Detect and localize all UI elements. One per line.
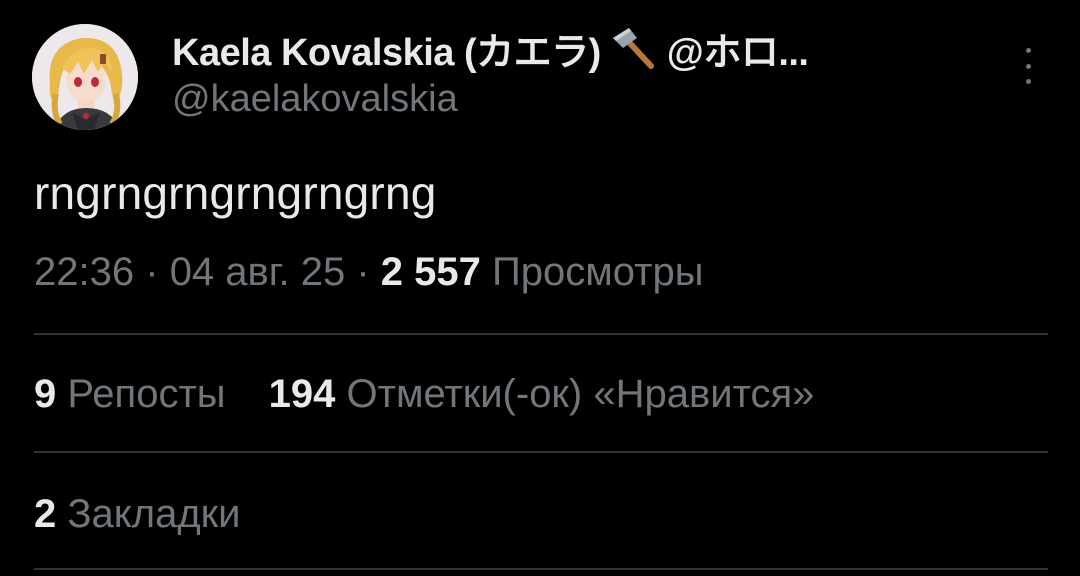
likes-count: 194: [268, 372, 336, 416]
divider: [34, 451, 1048, 453]
tweet-meta: 22:36 · 04 авг. 25 · 2 557 Просмотры: [34, 250, 703, 295]
tweet-text: rngrngrngrngrngrng: [34, 167, 437, 219]
views-stat[interactable]: 2 557 Просмотры: [381, 250, 704, 294]
divider: [34, 333, 1048, 335]
author-display-name[interactable]: Kaela Kovalskia (カエラ) @ホロ...: [172, 24, 809, 74]
meta-separator: ·: [356, 250, 370, 294]
meta-separator: ·: [145, 250, 159, 294]
reposts-label: Репосты: [67, 372, 226, 416]
author-handle[interactable]: @kaelakovalskia: [172, 78, 458, 121]
bookmarks-count: 2: [34, 492, 57, 536]
author-affiliation-text: @ホロ...: [666, 31, 809, 74]
more-dot: [1025, 63, 1031, 69]
avatar-image: [32, 24, 138, 130]
bookmarks-stat[interactable]: 2 Закладки: [34, 492, 241, 537]
views-count: 2 557: [380, 250, 481, 294]
hammer-icon: [607, 26, 659, 70]
more-options-icon[interactable]: [1016, 48, 1040, 84]
likes-label: Отметки(-ок) «Нравится»: [346, 372, 815, 416]
bookmarks-label: Закладки: [67, 492, 241, 536]
more-dot: [1025, 48, 1031, 53]
views-label: Просмотры: [492, 250, 704, 294]
likes-stat[interactable]: 194 Отметки(-ок) «Нравится»: [269, 372, 815, 417]
divider: [34, 568, 1048, 570]
author-name-text: Kaela Kovalskia (カエラ): [172, 31, 601, 74]
more-dot: [1025, 79, 1031, 84]
author-avatar[interactable]: [32, 24, 138, 130]
tweet-time[interactable]: 22:36: [34, 250, 134, 294]
reposts-stat[interactable]: 9 Репосты: [34, 372, 226, 417]
reposts-count: 9: [34, 372, 57, 416]
tweet-date[interactable]: 04 авг. 25: [170, 250, 346, 294]
engagement-stats: 9 Репосты 194 Отметки(-ок) «Нравится»: [34, 372, 814, 417]
